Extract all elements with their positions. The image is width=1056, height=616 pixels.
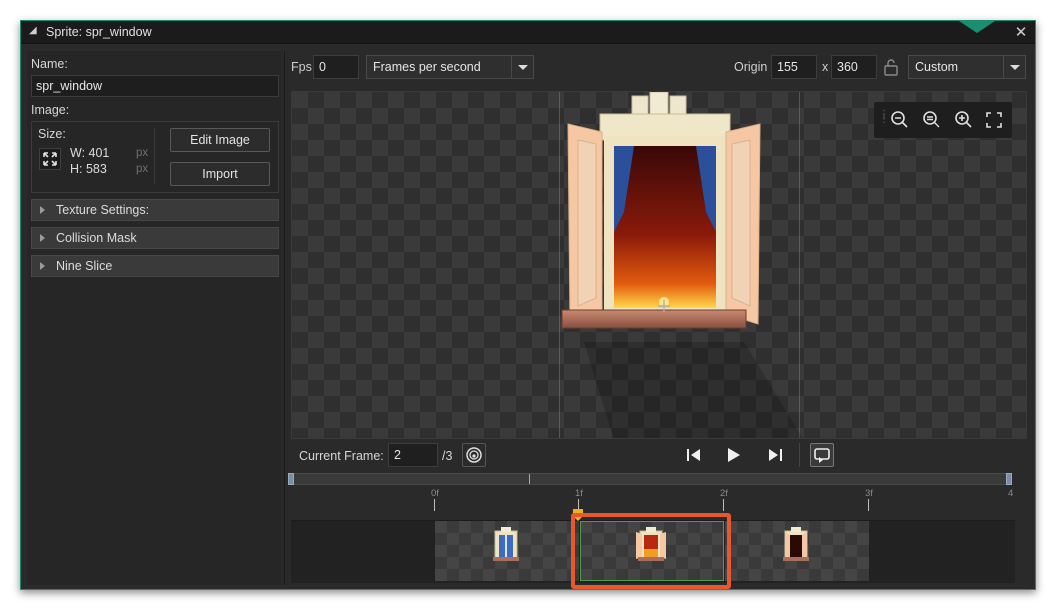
section-label: Texture Settings: — [56, 203, 150, 217]
origin-y-input[interactable]: 360 — [831, 55, 877, 79]
width-unit: px — [136, 147, 149, 159]
current-frame-label: Current Frame: — [299, 449, 384, 463]
frame-total: /3 — [442, 449, 453, 463]
onion-skin-icon — [466, 447, 482, 463]
fit-to-view-icon[interactable] — [982, 108, 1006, 132]
onion-skin-button[interactable] — [462, 443, 486, 467]
height-unit: px — [136, 163, 149, 175]
image-label: Image: — [31, 103, 70, 117]
origin-mode-dropdown[interactable]: Custom — [908, 55, 1026, 79]
speed-mode-value: Frames per second — [373, 60, 481, 74]
sprite-preview-canvas[interactable]: ⋮ ⋮ — [291, 91, 1027, 439]
zoom-in-icon[interactable] — [952, 108, 976, 132]
size-label: Size: — [38, 127, 66, 141]
zoom-reset-icon[interactable] — [920, 108, 944, 132]
section-label: Collision Mask — [56, 231, 137, 245]
collision-mask-section[interactable]: Collision Mask — [31, 227, 279, 249]
frame-timeline: 0f 1f 2f 3f 4 — [288, 473, 1015, 589]
play-icon[interactable] — [722, 444, 744, 466]
origin-separator: x — [822, 60, 829, 74]
speed-mode-dropdown[interactable]: Frames per second — [366, 55, 534, 79]
origin-label: Origin — [734, 60, 768, 74]
loop-toggle-button[interactable] — [810, 443, 834, 467]
zoom-out-icon[interactable] — [888, 108, 912, 132]
texture-settings-section[interactable]: Texture Settings: — [31, 199, 279, 221]
origin-x-input[interactable]: 155 — [771, 55, 817, 79]
scroll-marker — [529, 474, 530, 484]
fps-label: Fps — [291, 60, 312, 74]
chevron-down-icon — [511, 56, 533, 78]
loop-icon — [814, 448, 830, 463]
fps-input[interactable]: 0 — [313, 55, 359, 79]
panel-divider[interactable] — [284, 51, 285, 585]
first-frame-icon[interactable] — [683, 444, 705, 466]
scroll-handle-left[interactable] — [288, 473, 294, 485]
frame-thumbnail-1[interactable] — [435, 521, 579, 581]
control-divider — [799, 443, 800, 467]
height-value: H: 583 — [70, 162, 107, 176]
playhead-marker[interactable] — [573, 509, 583, 521]
tick-label-4: 4 — [1008, 488, 1014, 499]
tick-label-2: 2f — [720, 488, 728, 499]
expand-arrow-icon — [40, 234, 45, 242]
tick-mark — [868, 499, 869, 511]
import-button[interactable]: Import — [170, 162, 270, 186]
name-label: Name: — [31, 57, 68, 71]
last-frame-icon[interactable] — [764, 444, 786, 466]
chevron-down-icon — [1003, 56, 1025, 78]
tick-mark — [723, 499, 724, 511]
window-title: Sprite: spr_window — [46, 25, 152, 39]
expand-arrow-icon — [40, 206, 45, 214]
image-size-box: Size: W: 401 px H: 583 px Edit Image Imp… — [31, 121, 279, 193]
collapse-icon[interactable]: ◢ — [29, 25, 37, 36]
nine-slice-section[interactable]: Nine Slice — [31, 255, 279, 277]
scroll-handle-right[interactable] — [1006, 473, 1012, 485]
timeline-ruler[interactable]: 0f 1f 2f 3f 4 — [291, 485, 1015, 521]
tick-label-0: 0f — [431, 488, 439, 499]
current-frame-input[interactable]: 2 — [388, 443, 438, 467]
section-label: Nine Slice — [56, 259, 113, 273]
sprite-name-input[interactable]: spr_window — [31, 75, 279, 97]
dock-tab-decoration — [959, 21, 995, 33]
expand-arrow-icon — [40, 262, 45, 270]
origin-mode-value: Custom — [915, 60, 959, 74]
properties-panel: Name: spr_window Image: Size: W: 401 px … — [27, 51, 281, 585]
close-icon[interactable]: ✕ — [1013, 23, 1029, 41]
frame-strip — [291, 513, 1015, 589]
sprite-editor-window: ◢ Sprite: spr_window ✕ Name: spr_window … — [20, 20, 1036, 590]
tick-label-1: 1f — [575, 488, 583, 499]
lock-icon[interactable] — [883, 57, 899, 77]
tick-mark — [434, 499, 435, 511]
resize-icon[interactable] — [39, 148, 61, 170]
title-bar[interactable]: ◢ Sprite: spr_window ✕ — [21, 21, 1035, 44]
zoom-toolbar: ⋮ ⋮ — [874, 102, 1012, 138]
edit-image-button[interactable]: Edit Image — [170, 128, 270, 152]
frame-thumbnail-3[interactable] — [725, 521, 869, 581]
tick-label-3: 3f — [865, 488, 873, 499]
window-sprite-image — [561, 92, 803, 438]
size-divider — [154, 128, 155, 184]
frame-thumbnail-2[interactable] — [580, 521, 724, 581]
width-value: W: 401 — [70, 146, 110, 160]
timeline-scrollbar[interactable] — [288, 473, 1012, 485]
